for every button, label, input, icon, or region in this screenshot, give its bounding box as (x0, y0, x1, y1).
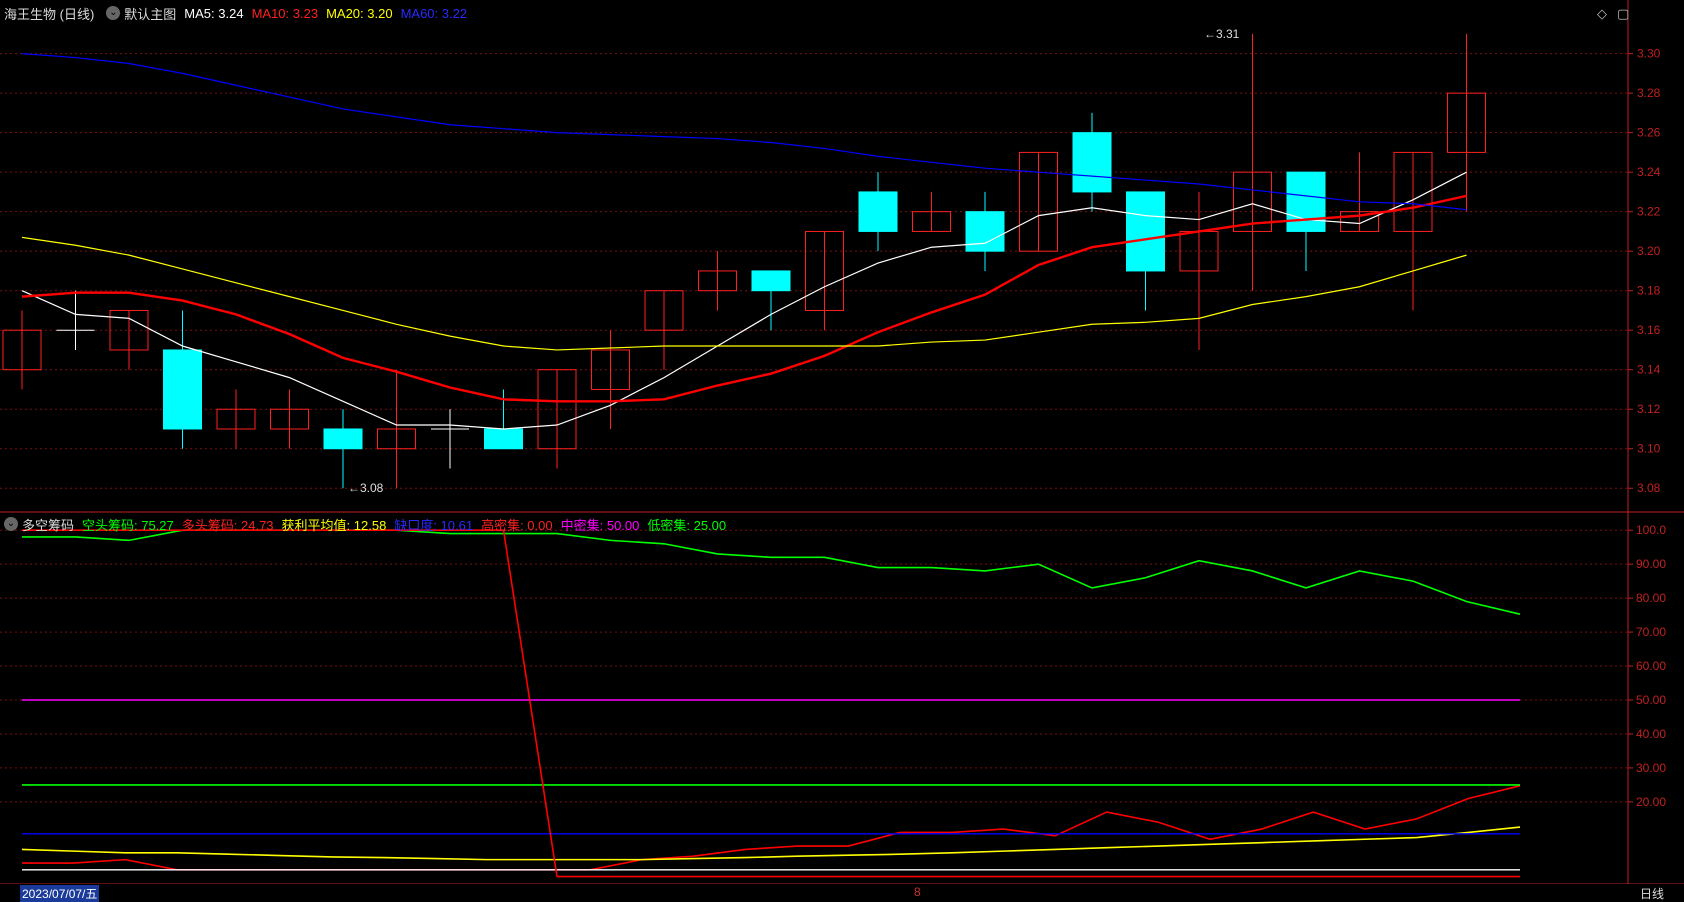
candle-body (1072, 132, 1112, 193)
indicator-line-0 (22, 529, 1521, 615)
ma5-value: MA5: 3.24 (184, 5, 244, 21)
ma-line-ma20 (21, 236, 1467, 351)
avg-profit-value: 获利平均值: 12.58 (281, 517, 387, 533)
price-tick-label: 3.12 (1637, 402, 1661, 416)
long-chips-value: 多头筹码: 24.73 (181, 517, 274, 533)
diamond-icon[interactable]: ◇ (1597, 6, 1607, 22)
price-tick-label: 3.10 (1637, 442, 1661, 456)
price-tick-label: 3.26 (1637, 126, 1661, 140)
candle-body (751, 270, 791, 292)
candle-body (484, 428, 523, 450)
candle-body (163, 349, 202, 430)
price-tick-label: 3.22 (1637, 205, 1661, 219)
price-tick-label: 3.08 (1637, 481, 1661, 495)
candle-body (323, 428, 363, 450)
price-annotation: ←3.31 (1204, 27, 1240, 41)
time-axis-bar: 2023/07/07/五 8 日线 (0, 884, 1684, 902)
price-tick-label: 3.20 (1637, 244, 1661, 258)
price-tick-label: 3.16 (1637, 323, 1661, 337)
long-chips-drop (502, 530, 558, 877)
candle-body (858, 191, 898, 232)
window-icon[interactable]: ▢ (1617, 6, 1629, 22)
indicator-tick-label: 20.00 (1636, 795, 1666, 809)
price-tick-label: 3.28 (1637, 86, 1661, 100)
main-chart-name[interactable]: 默认主图 (124, 4, 176, 23)
mid-dense-value: 中密集: 50.00 (560, 517, 640, 533)
indicator-tick-label: 90.00 (1636, 557, 1666, 571)
chart-canvas: 3.08 3.10 3.12 3.14 3.16 3.18 3.20 3.22 3.24 3.26… (0, 0, 1684, 885)
low-dense-value: 低密集: 25.00 (647, 517, 727, 533)
gap-value: 缺口度: 10.61 (394, 517, 474, 533)
high-dense-value: 高密集: 0.00 (481, 517, 553, 533)
month-marker: 8 (914, 885, 921, 899)
indicator-tick-label: 30.00 (1636, 761, 1666, 775)
stock-title[interactable]: 海王生物 (日线) (4, 4, 94, 23)
cursor-date[interactable]: 2023/07/07/五 (20, 885, 100, 902)
ma20-value: MA20: 3.20 (326, 5, 393, 21)
main-chart-header: 海王生物 (日线) ⌄ 默认主图 MA5: 3.24 MA10: 3.23 MA… (0, 2, 475, 24)
period-label[interactable]: 日线 (1640, 885, 1664, 902)
indicator-tick-label: 60.00 (1636, 659, 1666, 673)
indicator-header: ⌄ 多空筹码 空头筹码: 75.27 多头筹码: 24.73 获利平均值: 12… (0, 513, 734, 535)
indicator-tick-label: 70.00 (1636, 625, 1666, 639)
ma10-value: MA10: 3.23 (251, 5, 319, 21)
indicator-tick-label: 80.00 (1636, 591, 1666, 605)
candle-body (1126, 191, 1165, 272)
price-tick-label: 3.14 (1637, 363, 1661, 377)
indicator-name[interactable]: 多空筹码 (22, 515, 74, 534)
candle-body (1286, 171, 1326, 232)
indicator-tick-label: 40.00 (1636, 727, 1666, 741)
ma-line-ma60 (21, 53, 1467, 211)
ma-line-ma5 (21, 171, 1467, 430)
ma60-value: MA60: 3.22 (400, 5, 468, 21)
price-tick-label: 3.18 (1637, 284, 1661, 298)
price-tick-label: 3.30 (1637, 47, 1661, 61)
indicator-line-2 (21, 826, 1521, 861)
candle-body (965, 211, 1005, 252)
indicator-tick-label: 50.00 (1636, 693, 1666, 707)
price-annotation: ←3.08 (348, 481, 384, 495)
indicator-tick-label: 100.0 (1636, 523, 1666, 537)
chevron-down-icon[interactable]: ⌄ (4, 517, 18, 531)
chevron-down-icon[interactable]: ⌄ (106, 6, 121, 20)
short-chips-value: 空头筹码: 75.27 (82, 517, 174, 533)
ma-line-ma10 (21, 194, 1467, 403)
price-tick-label: 3.24 (1637, 165, 1661, 179)
